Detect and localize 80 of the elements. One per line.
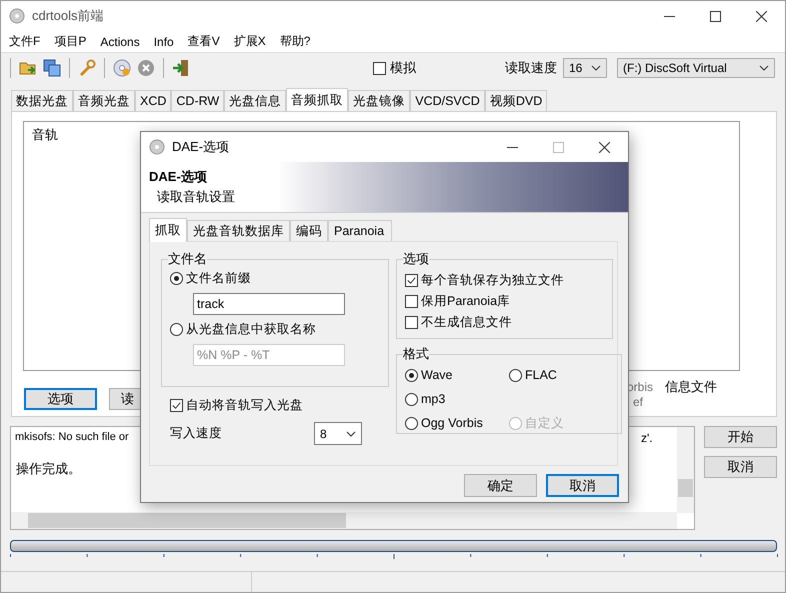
tab[interactable]: 抓取 [149,218,187,242]
tab[interactable]: 编码 [290,220,328,241]
read-speed-dropdown[interactable]: 16 [563,58,607,78]
radio-label: Ogg Vorbis [421,416,483,430]
tab[interactable]: 视频DVD [484,90,548,111]
horizontal-scrollbar[interactable] [11,512,677,529]
stop-icon[interactable] [136,58,156,78]
chevron-down-icon [346,430,356,436]
radio-button[interactable] [405,392,418,406]
disc-icon [9,8,25,24]
menu-item[interactable]: 查看V [188,33,220,50]
window-title: cdrtools前端 [32,7,104,25]
read-speed-label: 读取速度 [505,59,557,77]
log-line: 操作完成。 [16,460,81,478]
menu-item[interactable]: Info [154,34,174,48]
panel-button[interactable]: 选项 [24,388,97,410]
drive-dropdown[interactable]: (F:) DiscSoft Virtual [617,58,775,78]
write-speed-label: 写入速度 [170,425,222,442]
tab[interactable]: 音频抓取 [286,88,348,112]
radio-button[interactable] [405,368,418,382]
tab[interactable]: XCD [135,90,172,111]
checkbox[interactable] [405,295,418,308]
simulate-label: 模拟 [390,59,416,77]
dialog-button[interactable]: 确定 [464,474,537,497]
chevron-down-icon [591,65,601,71]
write-speed-dropdown[interactable]: 8 [314,422,362,445]
menu-item[interactable]: 帮助? [280,33,310,50]
menu-item[interactable]: 项目P [54,33,86,50]
radio-label: FLAC [525,368,557,382]
exit-icon[interactable] [171,58,191,78]
radio-label: Wave [421,368,452,382]
checkbox[interactable] [405,274,418,287]
disc-icon [149,139,165,155]
tab[interactable]: VCD/SVCD [410,90,485,111]
radio-label: 自定义 [525,414,564,432]
side-button[interactable]: 取消 [704,456,777,478]
dialog-heading: DAE-选项 [149,168,208,186]
tab[interactable]: 光盘镜像 [348,90,410,111]
radio-button[interactable] [509,368,522,382]
list-text: 信息文件 [665,378,717,396]
checkbox[interactable] [405,316,418,329]
save-icon[interactable] [42,58,62,78]
radio-label: mp3 [421,392,446,406]
checkbox-label: 不生成信息文件 [421,314,512,331]
checkbox-label: 保用Paranoia库 [421,293,510,310]
dialog-title: DAE-选项 [172,138,230,156]
tab[interactable]: Paranoia [328,220,392,241]
radio-button[interactable] [405,416,418,430]
log-line: z'. [641,431,653,445]
vertical-scrollbar[interactable] [677,427,694,513]
checkbox[interactable] [170,399,183,412]
chevron-down-icon [759,65,769,71]
tab[interactable]: 音频光盘 [73,90,135,111]
checkbox-label: 自动将音轨写入光盘 [186,397,303,414]
close-button[interactable] [756,10,767,22]
close-button[interactable] [599,142,610,152]
tab[interactable]: 光盘音轨数据库 [187,220,290,241]
tab[interactable]: 光盘信息 [224,90,286,111]
group-title: 格式 [403,345,429,363]
log-line: mkisofs: No such file or [15,431,129,443]
tab[interactable]: CD-RW [171,90,224,111]
dialog-subheading: 读取音轨设置 [156,188,236,206]
list-text: ef [633,395,644,409]
menu-item[interactable]: Actions [100,34,140,48]
radio-label: 从光盘信息中获取名称 [186,321,316,338]
radio-button[interactable] [170,272,183,285]
menu-item[interactable]: 文件F [9,33,40,50]
group-title: 文件名 [168,250,207,268]
checkbox-label: 每个音轨保存为独立文件 [421,272,564,289]
group-title: 选项 [403,250,429,268]
menu-item[interactable]: 扩展X [234,33,266,50]
maximize-button[interactable] [710,10,721,22]
simulate-checkbox[interactable] [373,62,386,74]
column-header: 音轨 [32,126,58,144]
input-field[interactable]: track [193,293,345,315]
radio-label: 文件名前缀 [186,270,251,287]
disc-icon[interactable] [112,58,132,78]
tab[interactable]: 数据光盘 [11,90,73,111]
side-button[interactable]: 开始 [704,426,777,448]
dialog-button[interactable]: 取消 [546,474,619,497]
